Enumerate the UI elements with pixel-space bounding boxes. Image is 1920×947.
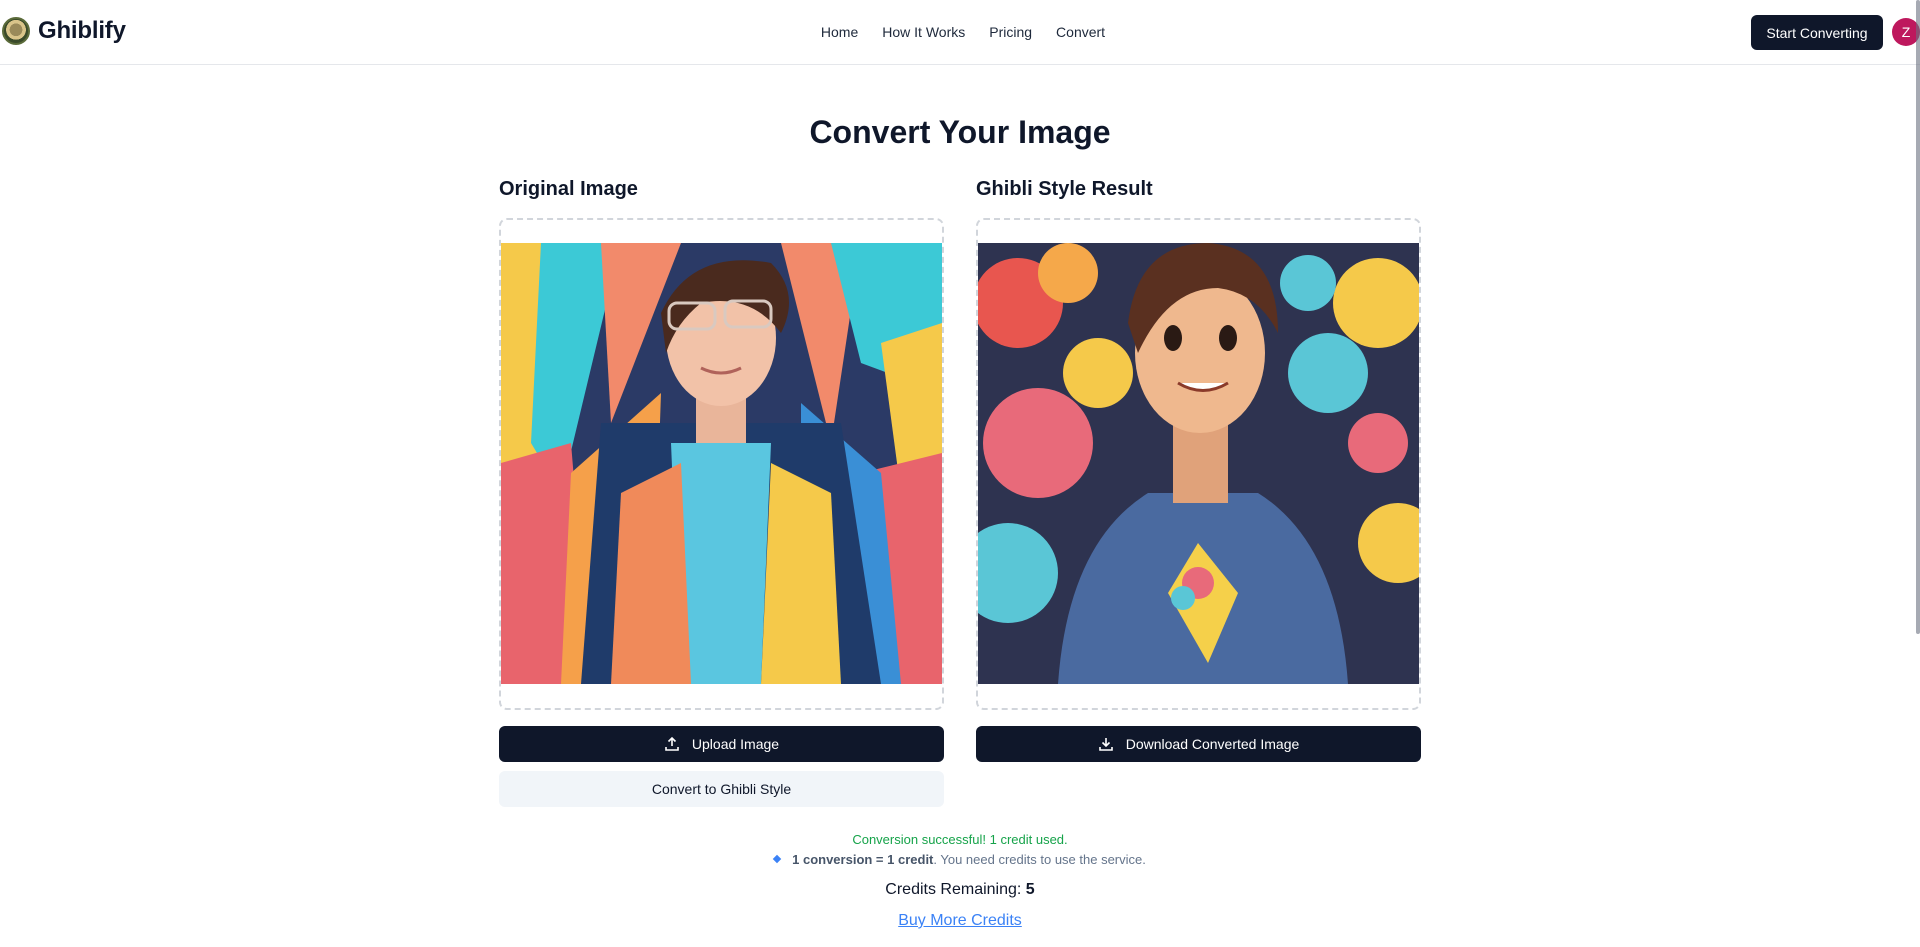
credit-info-text: . You need credits to use the service. [933, 852, 1146, 867]
buy-more-credits-link[interactable]: Buy More Credits [898, 912, 1022, 929]
original-image-title: Original Image [499, 178, 638, 200]
result-image-frame [976, 218, 1421, 710]
nav-convert[interactable]: Convert [1056, 24, 1105, 40]
upload-image-label: Upload Image [691, 736, 780, 752]
credit-info: 1 conversion = 1 credit. You need credit… [0, 852, 1920, 867]
top-nav-bar: Ghiblify Home How It Works Pricing Conve… [0, 0, 1920, 65]
nav-home[interactable]: Home [821, 24, 858, 40]
ghibli-result-title: Ghibli Style Result [976, 178, 1153, 200]
result-image [978, 243, 1419, 684]
download-icon [1098, 738, 1113, 751]
download-converted-label: Download Converted Image [1125, 736, 1300, 752]
download-converted-button[interactable]: Download Converted Image [976, 726, 1421, 762]
conversion-status: Conversion successful! 1 credit used. [852, 832, 1068, 847]
nav-pricing[interactable]: Pricing [989, 24, 1032, 40]
credits-value: 5 [1025, 881, 1035, 898]
credit-info-bold: 1 conversion = 1 credit [792, 852, 934, 867]
main-nav: Home How It Works Pricing Convert [0, 24, 1920, 40]
page-scrollbar[interactable] [1916, 0, 1920, 634]
start-converting-button[interactable]: Start Converting [1751, 15, 1883, 50]
page-title: Convert Your Image [809, 114, 1111, 150]
buy-credits: Buy More Credits [0, 912, 1920, 930]
upload-icon [665, 736, 679, 751]
original-image [501, 243, 942, 684]
convert-ghibli-button[interactable]: Convert to Ghibli Style [499, 771, 944, 807]
info-bullet-icon [772, 854, 782, 863]
upload-image-button[interactable]: Upload Image [499, 726, 944, 762]
credits-label: Credits Remaining: [885, 881, 1022, 898]
credits-remaining: Credits Remaining: 5 [0, 881, 1920, 899]
original-image-frame[interactable] [499, 218, 944, 710]
nav-how-it-works[interactable]: How It Works [882, 24, 965, 40]
